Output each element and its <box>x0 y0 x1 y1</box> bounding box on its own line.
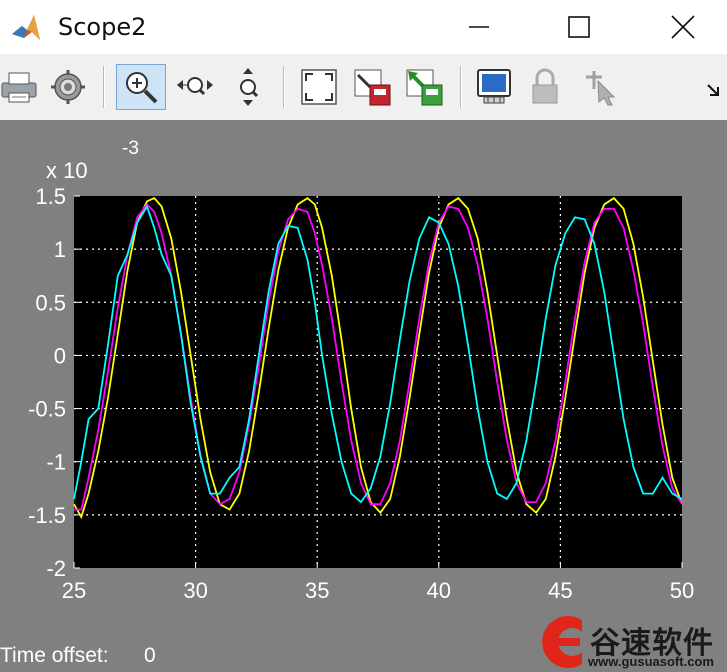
y-tick-label: 0.5 <box>35 290 66 315</box>
zoom-in-icon <box>126 72 158 104</box>
y-tick-label: -2 <box>46 556 66 581</box>
scope-toolbar <box>0 54 727 121</box>
x-tick-label: 35 <box>305 578 329 603</box>
window-title: Scope2 <box>58 13 147 41</box>
toolbar-separator <box>103 66 105 108</box>
x-tick-label: 25 <box>62 578 86 603</box>
toolbar-overflow-icon[interactable] <box>700 67 727 107</box>
x-tick-label: 45 <box>548 578 572 603</box>
x-tick-label: 30 <box>183 578 207 603</box>
time-offset-label: Time offset: <box>0 644 109 667</box>
y-tick-label: -1.5 <box>28 503 66 528</box>
printer-icon[interactable] <box>0 67 40 107</box>
minimize-button[interactable] <box>456 6 502 48</box>
toolbar-separator <box>283 66 285 108</box>
toolbar-separator <box>460 66 462 108</box>
axes: 25 30 35 40 45 50 1.5 1 0.5 0 -0.5 -1 -1.5 -2 x 10 -3 <box>28 138 694 603</box>
x-tick-label: 40 <box>427 578 451 603</box>
zoom-y-icon[interactable] <box>228 67 268 107</box>
zoom-x-icon[interactable] <box>175 67 215 107</box>
gear-icon[interactable] <box>48 67 88 107</box>
x-tick-label: 50 <box>670 578 694 603</box>
scope-figure: 25 30 35 40 45 50 1.5 1 0.5 0 -0.5 -1 -1.5 -2 x 10 -3 <box>0 120 727 672</box>
save-axes-icon[interactable] <box>352 67 392 107</box>
title-bar: Scope2 <box>0 0 727 54</box>
signal-selection-icon[interactable] <box>580 67 620 107</box>
autoscale-icon[interactable] <box>299 67 339 107</box>
y-tick-label: 1 <box>54 237 66 262</box>
lock-icon[interactable] <box>525 67 565 107</box>
y-tick-label: 0 <box>54 343 66 368</box>
watermark-url: www.gusuasoft.com <box>588 654 714 669</box>
matlab-app-icon <box>10 12 42 44</box>
scope-plot: 25 30 35 40 45 50 1.5 1 0.5 0 -0.5 -1 -1.5 -2 x 10 -3 <box>28 138 694 603</box>
floating-scope-icon[interactable] <box>474 67 514 107</box>
y-tick-label: -0.5 <box>28 397 66 422</box>
close-button[interactable] <box>660 6 706 48</box>
maximize-button[interactable] <box>556 6 602 48</box>
y-exponent-power: -3 <box>122 138 139 159</box>
time-offset-value: 0 <box>144 644 156 667</box>
y-exponent-label: x 10 <box>46 158 88 183</box>
y-tick-label: -1 <box>46 450 66 475</box>
y-tick-label: 1.5 <box>35 184 66 209</box>
restore-axes-icon[interactable] <box>404 67 444 107</box>
